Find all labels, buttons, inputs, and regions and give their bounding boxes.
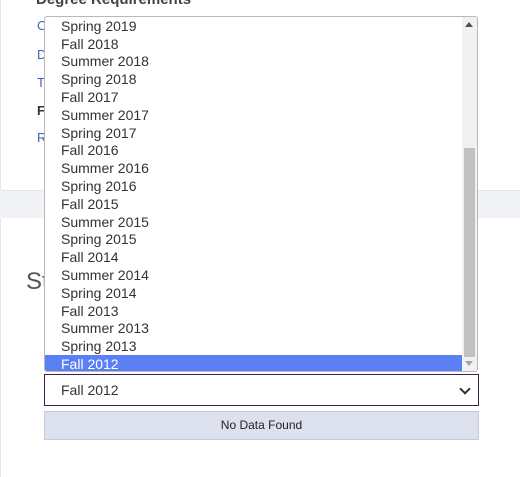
term-option-fall-2018[interactable]: Fall 2018	[45, 35, 463, 53]
term-option-fall-2013[interactable]: Fall 2013	[45, 302, 463, 320]
term-select-value: Fall 2012	[61, 382, 119, 398]
term-select[interactable]: Fall 2012	[44, 374, 479, 406]
term-option-spring-2015[interactable]: Spring 2015	[45, 230, 463, 248]
scrollbar-thumb[interactable]	[464, 148, 475, 357]
term-option-fall-2016[interactable]: Fall 2016	[45, 141, 463, 159]
term-option-fall-2015[interactable]: Fall 2015	[45, 195, 463, 213]
term-option-summer-2013[interactable]: Summer 2013	[45, 319, 463, 337]
term-option-summer-2015[interactable]: Summer 2015	[45, 213, 463, 231]
term-option-spring-2017[interactable]: Spring 2017	[45, 124, 463, 142]
scroll-down-arrow-icon[interactable]	[465, 361, 473, 366]
dropdown-scrollbar[interactable]	[462, 17, 477, 371]
term-option-fall-2014[interactable]: Fall 2014	[45, 248, 463, 266]
term-option-summer-2018[interactable]: Summer 2018	[45, 52, 463, 70]
term-option-summer-2016[interactable]: Summer 2016	[45, 159, 463, 177]
term-dropdown-list[interactable]: Spring 2019 Fall 2018 Summer 2018 Spring…	[44, 16, 478, 372]
scroll-up-arrow-icon[interactable]	[465, 22, 473, 27]
term-option-spring-2013[interactable]: Spring 2013	[45, 337, 463, 355]
term-option-spring-2014[interactable]: Spring 2014	[45, 284, 463, 302]
page-left-border	[0, 0, 1, 477]
term-option-spring-2019[interactable]: Spring 2019	[45, 17, 463, 35]
no-data-message: No Data Found	[44, 411, 479, 440]
term-option-spring-2016[interactable]: Spring 2016	[45, 177, 463, 195]
term-option-fall-2012[interactable]: Fall 2012	[45, 355, 463, 371]
term-option-summer-2014[interactable]: Summer 2014	[45, 266, 463, 284]
term-option-summer-2017[interactable]: Summer 2017	[45, 106, 463, 124]
term-option-spring-2018[interactable]: Spring 2018	[45, 70, 463, 88]
term-option-fall-2017[interactable]: Fall 2017	[45, 88, 463, 106]
section-heading: Degree Requirements	[36, 0, 191, 8]
chevron-down-icon	[459, 383, 471, 395]
